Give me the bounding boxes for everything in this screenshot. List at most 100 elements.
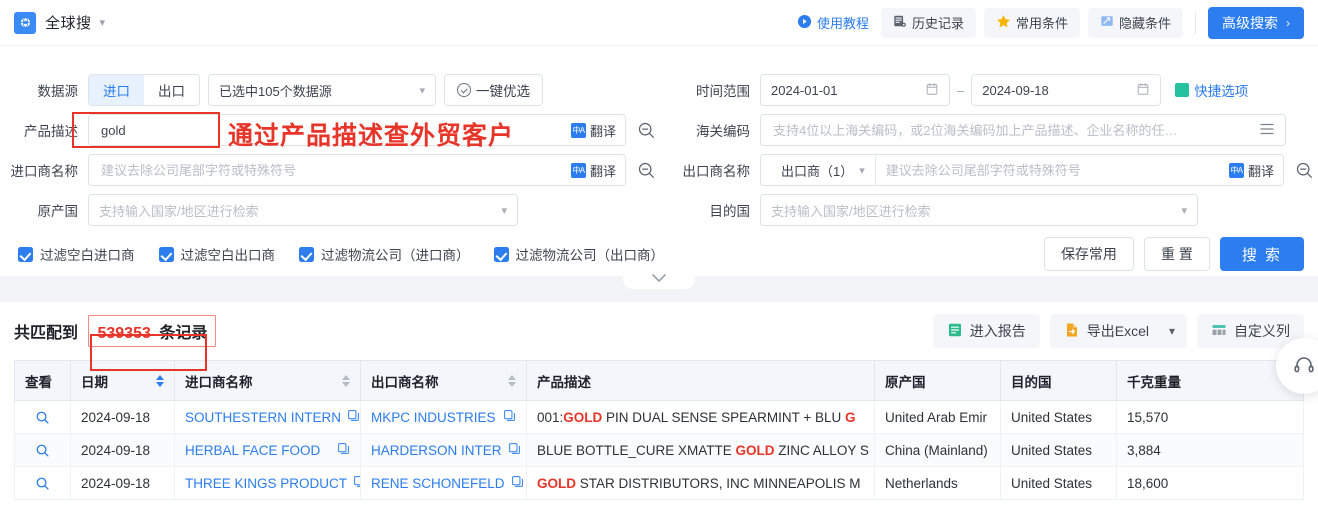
checkbox-filter-logistics-exporter[interactable]: 过滤物流公司（出口商）	[494, 244, 665, 264]
column-header-dest[interactable]: 目的国	[1001, 361, 1117, 401]
cell-origin: China (Mainland)	[875, 434, 1001, 467]
checkbox-icon	[159, 247, 174, 262]
product-desc-field[interactable]: 中A 翻译	[88, 114, 626, 146]
magnifier-icon[interactable]	[25, 410, 60, 425]
column-header-importer[interactable]: 进口商名称	[175, 361, 361, 401]
copy-icon[interactable]	[347, 475, 360, 491]
hidden-conditions-button[interactable]: 隐藏条件	[1088, 8, 1183, 38]
table-row[interactable]: 2024-09-18 HERBAL FACE FOOD HARDERSON IN…	[15, 434, 1304, 467]
exporter-type-select[interactable]: 出口商（1） ▾	[771, 155, 876, 185]
copy-icon[interactable]	[497, 409, 516, 425]
export-dropdown-caret[interactable]: ▾	[1157, 314, 1187, 348]
copy-icon[interactable]	[502, 442, 521, 458]
hide-icon	[1100, 14, 1114, 31]
chevron-right-icon: ›	[1286, 16, 1290, 30]
magnifier-icon[interactable]	[25, 443, 60, 458]
tab-export[interactable]: 出口	[144, 75, 199, 105]
checkbox-label: 过滤物流公司（出口商）	[516, 244, 665, 264]
history-button[interactable]: 历史记录	[881, 8, 976, 38]
importer-translate-button[interactable]: 中A 翻译	[562, 155, 625, 185]
count-unit: 条记录	[159, 325, 207, 342]
column-label: 日期	[81, 371, 108, 391]
datasource-label: 数据源	[0, 80, 88, 100]
copy-icon[interactable]	[341, 409, 360, 425]
tutorial-link[interactable]: 使用教程	[793, 13, 873, 32]
cell-view[interactable]	[15, 401, 71, 434]
app-root: 全球搜 ▾ 使用教程 历史记录 常用条件	[0, 0, 1318, 530]
exporter-link[interactable]: HARDERSON INTER	[371, 443, 502, 458]
hs-code-input[interactable]	[771, 115, 1259, 145]
enter-report-button[interactable]: 进入报告	[933, 314, 1040, 348]
one-click-optimize-button[interactable]: 一键优选	[444, 74, 543, 106]
cell-view[interactable]	[15, 434, 71, 467]
date-end-input[interactable]: 2024-09-18	[971, 74, 1161, 106]
importer-link[interactable]: THREE KINGS PRODUCT	[185, 476, 347, 491]
sort-icon[interactable]	[148, 375, 164, 387]
exporter-link[interactable]: MKPC INDUSTRIES	[371, 410, 496, 425]
cell-dest: United States	[1001, 434, 1117, 467]
exporter-link[interactable]: RENE SCHONEFELD	[371, 476, 505, 491]
list-icon[interactable]	[1259, 121, 1285, 140]
desc-post: STAR DISTRIBUTORS, INC MINNEAPOLIS M	[576, 476, 861, 491]
tab-import[interactable]: 进口	[89, 75, 144, 105]
sort-icon[interactable]	[500, 375, 516, 387]
exporter-field[interactable]: 出口商（1） ▾ 中A 翻译	[760, 154, 1284, 186]
dest-country-select[interactable]: 支持输入国家/地区进行检索 ▾	[760, 194, 1198, 226]
favorites-button[interactable]: 常用条件	[984, 8, 1080, 38]
cell-exporter[interactable]: RENE SCHONEFELD	[361, 467, 527, 500]
time-range-group: 时间范围 2024-01-01 – 2024-09-18 快捷选项	[660, 74, 1318, 106]
results-actions: 进入报告 导出Excel ▾ 自定义列	[933, 314, 1304, 348]
importer-input[interactable]	[99, 155, 562, 185]
table-row[interactable]: 2024-09-18 SOUTHESTERN INTERN MKPC INDUS…	[15, 401, 1304, 434]
column-header-origin[interactable]: 原产国	[875, 361, 1001, 401]
cell-importer[interactable]: HERBAL FACE FOOD	[175, 434, 361, 467]
cell-exporter[interactable]: MKPC INDUSTRIES	[361, 401, 527, 434]
column-header-date[interactable]: 日期	[71, 361, 175, 401]
cell-importer[interactable]: SOUTHESTERN INTERN	[175, 401, 361, 434]
copy-icon[interactable]	[331, 442, 350, 458]
datasource-select-value: 已选中105个数据源	[219, 81, 332, 100]
checkbox-filter-logistics-importer[interactable]: 过滤物流公司（进口商）	[299, 244, 470, 264]
column-header-exporter[interactable]: 出口商名称	[361, 361, 527, 401]
exporter-label: 出口商名称	[660, 160, 760, 180]
datasource-select[interactable]: 已选中105个数据源 ▾	[208, 74, 436, 106]
datasource-toggle[interactable]: 进口 出口	[88, 74, 200, 106]
product-desc-input[interactable]	[99, 115, 562, 145]
checkbox-icon	[18, 247, 33, 262]
reset-button[interactable]: 重 置	[1144, 237, 1210, 271]
importer-link[interactable]: SOUTHESTERN INTERN	[185, 410, 341, 425]
cell-importer[interactable]: THREE KINGS PRODUCT	[175, 467, 361, 500]
importer-zoom-out-button[interactable]	[632, 155, 660, 185]
favorites-label: 常用条件	[1016, 13, 1068, 32]
advanced-search-button[interactable]: 高级搜索 ›	[1208, 7, 1304, 39]
count-value: 539353	[97, 325, 150, 342]
product-desc-zoom-out-button[interactable]	[632, 115, 660, 145]
hs-code-field[interactable]	[760, 114, 1286, 146]
cell-weight: 15,570	[1117, 401, 1304, 434]
table-row[interactable]: 2024-09-18 THREE KINGS PRODUCT RENE SCHO…	[15, 467, 1304, 500]
product-desc-translate-button[interactable]: 中A 翻译	[562, 115, 625, 145]
checkbox-filter-blank-importer[interactable]: 过滤空白进口商	[18, 244, 135, 264]
search-button[interactable]: 搜 索	[1220, 237, 1304, 271]
export-excel-button[interactable]: 导出Excel	[1050, 314, 1157, 348]
magnifier-icon[interactable]	[25, 476, 60, 491]
quick-options-button[interactable]: 快捷选项	[1175, 80, 1248, 100]
importer-field[interactable]: 中A 翻译	[88, 154, 626, 186]
exporter-input[interactable]	[876, 155, 1220, 185]
origin-country-select[interactable]: 支持输入国家/地区进行检索 ▾	[88, 194, 518, 226]
date-start-input[interactable]: 2024-01-01	[760, 74, 950, 106]
exporter-zoom-out-button[interactable]	[1290, 155, 1318, 185]
custom-columns-label: 自定义列	[1234, 321, 1290, 341]
collapse-panel-button[interactable]	[623, 267, 695, 289]
copy-icon[interactable]	[505, 475, 524, 491]
importer-link[interactable]: HERBAL FACE FOOD	[185, 443, 320, 458]
cell-view[interactable]	[15, 467, 71, 500]
exporter-translate-button[interactable]: 中A 翻译	[1220, 155, 1283, 185]
chevron-down-icon[interactable]: ▾	[100, 16, 106, 29]
checkbox-filter-blank-exporter[interactable]: 过滤空白出口商	[159, 244, 276, 264]
column-header-product-desc[interactable]: 产品描述	[527, 361, 875, 401]
cell-exporter[interactable]: HARDERSON INTER	[361, 434, 527, 467]
save-preset-button[interactable]: 保存常用	[1044, 237, 1134, 271]
sort-icon[interactable]	[334, 375, 350, 387]
column-header-view[interactable]: 查看	[15, 361, 71, 401]
